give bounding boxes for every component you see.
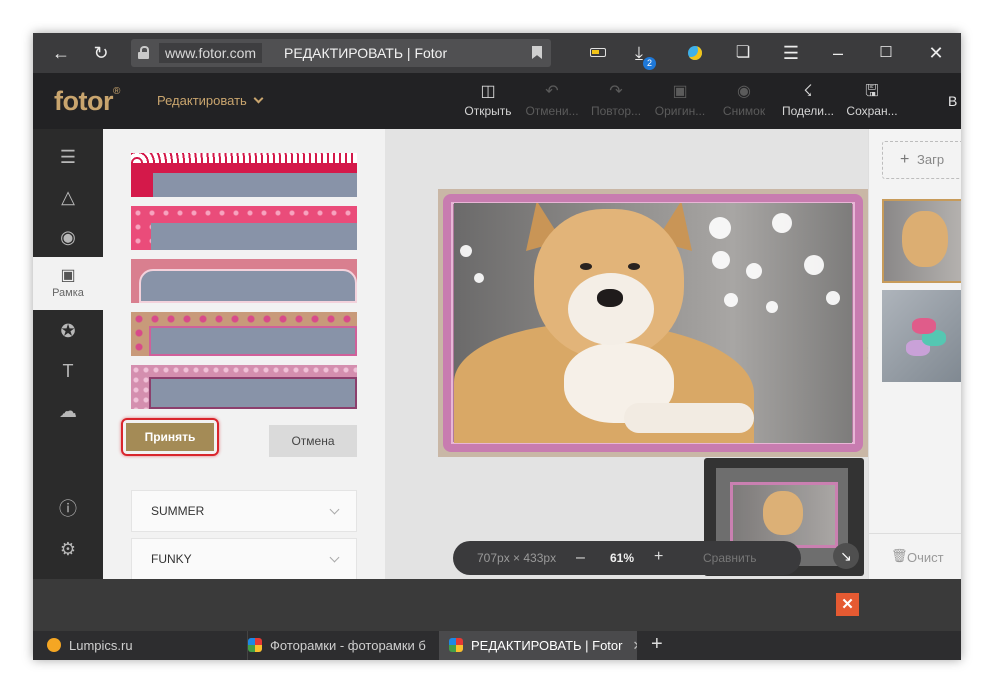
snapshot-label: Снимок [722, 104, 766, 118]
minimize-icon[interactable]: – [825, 40, 851, 66]
redo-button[interactable]: ↷ Повтор... [588, 83, 644, 118]
category-label: SUMMER [151, 504, 205, 518]
url-page-title: РЕДАКТИРОВАТЬ | Fotor [284, 45, 448, 61]
tab-label: Lumpics.ru [69, 638, 133, 653]
browser-window: ← ↻ www.fotor.com РЕДАКТИРОВАТЬ | Fotor … [33, 33, 961, 660]
undo-button[interactable]: ↶ Отмени... [524, 83, 580, 118]
chevron-down-icon [329, 504, 340, 515]
snapshot-icon: ◉ [737, 83, 751, 100]
fotor-logo[interactable]: fotor® [54, 86, 120, 117]
tab-lumpics[interactable]: Lumpics.ru [47, 631, 237, 660]
snapshot-button[interactable]: ◉ Снимок [716, 83, 772, 118]
app-header: fotor® Редактировать ◫ Открыть ↶ Отмени.… [33, 73, 961, 129]
tab-label: Фоторамки - фоторамки б [270, 638, 426, 653]
zoom-out-icon[interactable]: – [576, 549, 585, 567]
redo-icon: ↷ [609, 83, 623, 100]
bookmark-icon[interactable] [532, 46, 542, 59]
photo-thumbnail-macarons[interactable] [882, 290, 961, 382]
undo-label: Отмени... [525, 104, 579, 118]
lumpics-favicon-icon [47, 638, 61, 652]
open-label: Открыть [464, 104, 512, 118]
save-icon: 🖫 [865, 83, 879, 100]
photo-library-panel: Загр Очист [868, 129, 961, 579]
tab-fotor-editor[interactable]: РЕДАКТИРОВАТЬ | Fotor ✕ [439, 631, 637, 660]
original-image-icon: ▣ [672, 83, 688, 100]
close-tab-icon[interactable]: ✕ [632, 638, 637, 653]
dog-photo [454, 203, 852, 443]
close-ad-icon[interactable]: ✕ [836, 593, 859, 616]
collapse-navigator-icon[interactable]: ↘ [833, 543, 859, 569]
new-tab-icon[interactable]: + [651, 633, 663, 656]
maximize-icon[interactable]: ☐ [873, 40, 899, 66]
original-button[interactable]: ▣ Оригин... [652, 83, 708, 118]
frame-thumbnail[interactable] [131, 153, 357, 197]
tab-fotoramki[interactable]: Фоторамки - фоторамки б [247, 631, 437, 660]
menu-icon[interactable]: ☰ [778, 40, 804, 66]
share-label: Подели... [781, 104, 835, 118]
save-button[interactable]: 🖫 Сохран... [844, 83, 900, 118]
address-bar[interactable]: www.fotor.com РЕДАКТИРОВАТЬ | Fotor [131, 39, 551, 67]
category-summer[interactable]: SUMMER [131, 490, 357, 532]
add-photo-button[interactable]: Загр [882, 141, 961, 179]
fotor-favicon-icon [449, 638, 463, 652]
sticker-icon[interactable]: ✪ [33, 316, 103, 346]
sidebar-item-frame-label: Рамка [52, 287, 84, 299]
edit-menu-label: Редактировать [157, 93, 247, 108]
edit-menu-dropdown[interactable]: Редактировать [157, 93, 264, 108]
sidebar-item-frame[interactable]: ▣ Рамка [33, 257, 103, 310]
compare-button[interactable]: Сравнить [703, 551, 756, 565]
adjust-icon[interactable]: ☰ [33, 142, 103, 172]
save-label: Сохран... [846, 104, 898, 118]
share-icon: ☇ [803, 83, 813, 100]
original-label: Оригин... [654, 104, 706, 118]
zoom-level: 61% [610, 551, 635, 565]
image-dimensions: 707px × 433px [477, 551, 557, 565]
fotor-favicon-icon [248, 638, 262, 652]
cancel-button[interactable]: Отмена [269, 425, 357, 457]
frames-panel: Принять Отмена SUMMER FUNKY [103, 129, 385, 579]
frame-thumbnail[interactable] [131, 312, 357, 356]
open-button[interactable]: ◫ Открыть [460, 83, 516, 118]
framed-photo [438, 189, 868, 457]
cloud-upload-icon[interactable]: ☁ [33, 396, 103, 426]
photo-thumbnail-dog[interactable] [882, 199, 961, 283]
tool-sidebar: ☰ △ ◉ ▣ Рамка ✪ T ☁ ⓘ ⚙ [33, 129, 103, 579]
chevron-down-icon [253, 93, 264, 104]
zoom-bar: 707px × 433px – 61% + Сравнить [453, 541, 801, 575]
collections-icon[interactable]: ❏ [730, 40, 756, 66]
clear-button[interactable]: Очист [869, 533, 961, 565]
text-icon[interactable]: T [33, 356, 103, 386]
close-icon[interactable]: ✕ [923, 40, 949, 66]
frame-thumbnail[interactable] [131, 365, 357, 409]
accept-button-label: Принять [126, 423, 214, 451]
share-button[interactable]: ☇ Подели... [780, 83, 836, 118]
frame-thumbnail[interactable] [131, 259, 357, 303]
user-menu[interactable]: В [948, 93, 957, 109]
category-funky[interactable]: FUNKY [131, 538, 357, 579]
help-icon[interactable]: ⓘ [33, 494, 103, 524]
reload-icon[interactable]: ↻ [88, 40, 114, 66]
category-label: FUNKY [151, 552, 192, 566]
accept-button[interactable]: Принять [121, 418, 219, 456]
frame-icon: ▣ [60, 267, 76, 284]
url-domain: www.fotor.com [159, 43, 263, 63]
tab-label: РЕДАКТИРОВАТЬ | Fotor [471, 638, 623, 653]
lock-icon [138, 46, 149, 59]
weather-icon[interactable] [688, 46, 702, 60]
ad-banner-area: ✕ [33, 579, 961, 631]
beauty-icon[interactable]: △ [33, 182, 103, 212]
undo-icon: ↶ [545, 83, 559, 100]
zoom-in-icon[interactable]: + [654, 548, 663, 566]
open-image-icon: ◫ [480, 83, 496, 100]
frame-thumbnail[interactable] [131, 206, 357, 250]
redo-label: Повтор... [590, 104, 642, 118]
back-icon[interactable]: ← [48, 40, 74, 66]
browser-toolbar: ← ↻ www.fotor.com РЕДАКТИРОВАТЬ | Fotor … [33, 33, 961, 73]
download-count-badge: 2 [643, 57, 656, 70]
battery-icon[interactable] [590, 48, 606, 57]
browser-tab-bar: Lumpics.ru Фоторамки - фоторамки б РЕДАК… [33, 631, 961, 660]
chevron-down-icon [329, 552, 340, 563]
settings-icon[interactable]: ⚙ [33, 534, 103, 564]
eye-icon[interactable]: ◉ [33, 222, 103, 252]
